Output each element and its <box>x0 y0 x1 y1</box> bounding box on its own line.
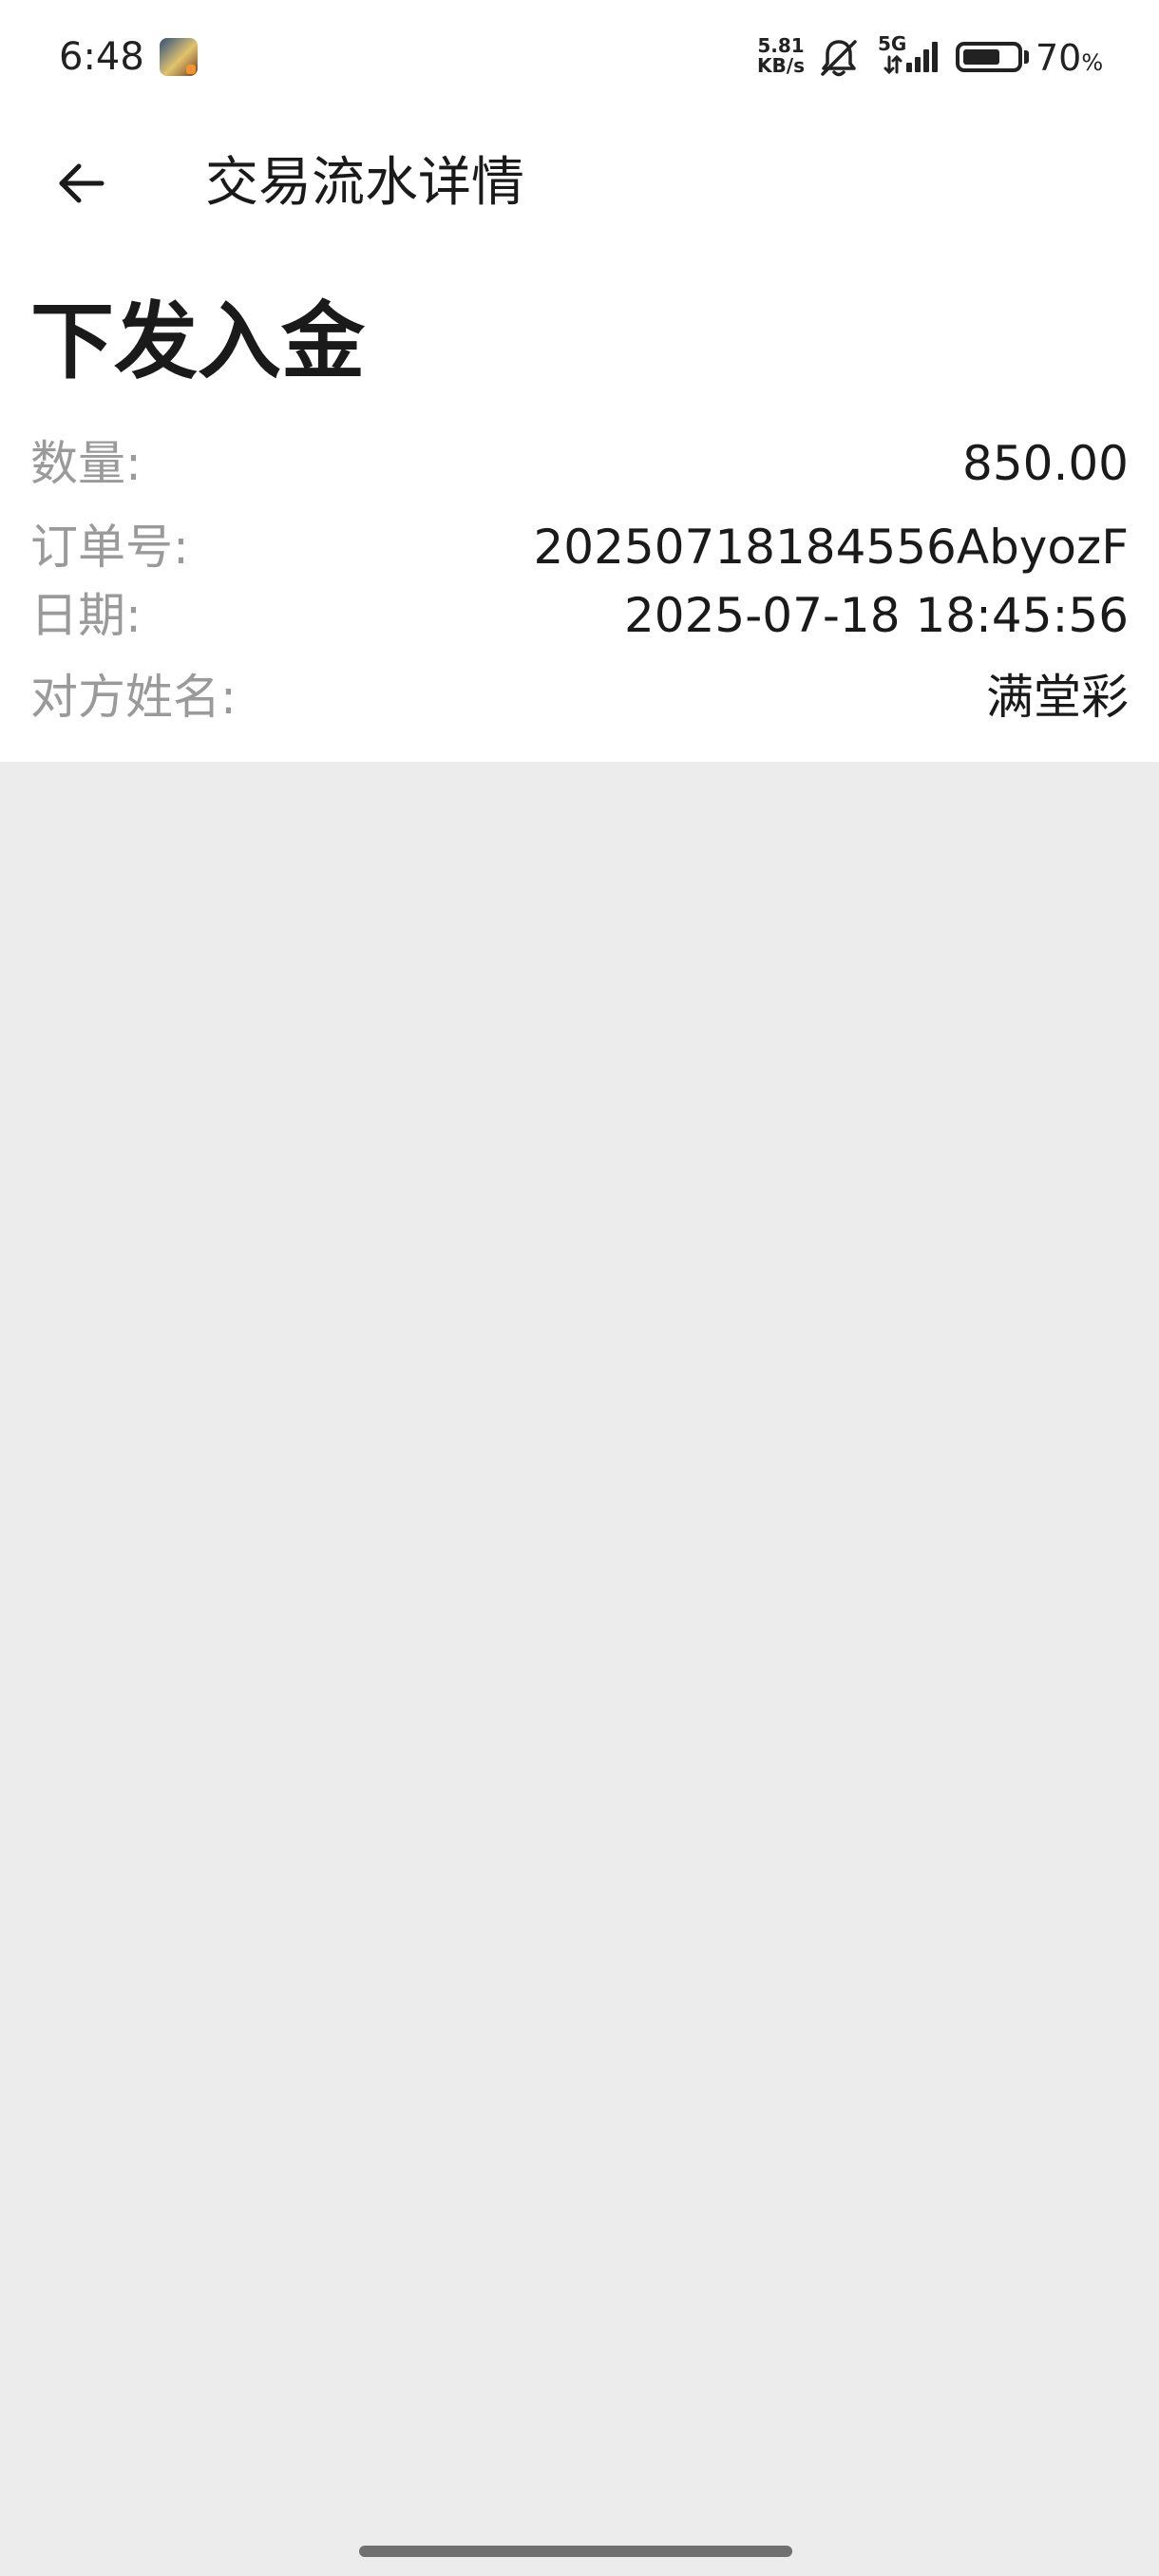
amount-value: 850.00 <box>962 436 1129 491</box>
order-number-label: 订单号: <box>30 520 189 575</box>
screen: 6:48 5.81 KB/s 5G 70% 交易流水详情 下发入金 数量: 85… <box>0 0 1159 2576</box>
network-speed: 5.81 KB/s <box>752 36 809 76</box>
detail-row-amount: 数量: 850.00 <box>30 429 1129 498</box>
detail-row-counterparty-name: 对方姓名: 满堂彩 <box>30 663 1129 731</box>
battery-cap <box>1024 50 1029 64</box>
battery-percent-value: 70 <box>1036 37 1082 79</box>
status-bar: 6:48 5.81 KB/s 5G 70% <box>0 0 1159 114</box>
bell-muted-icon <box>815 34 863 82</box>
network-speed-unit: KB/s <box>757 54 805 77</box>
home-indicator[interactable] <box>359 2546 792 2557</box>
battery-icon <box>956 42 1022 72</box>
game-app-icon <box>160 38 198 76</box>
amount-label: 数量: <box>30 436 142 491</box>
battery-percentage: 70% <box>1036 32 1103 88</box>
counterparty-name-value: 满堂彩 <box>986 670 1129 725</box>
battery-level-fill <box>963 49 999 65</box>
signal-bars-icon <box>884 36 944 75</box>
date-value: 2025-07-18 18:45:56 <box>623 588 1129 643</box>
order-number-value: 20250718184556AbyozF <box>533 520 1130 575</box>
transaction-type-heading: 下发入金 <box>30 293 366 390</box>
counterparty-name-label: 对方姓名: <box>30 670 237 725</box>
detail-panel: 6:48 5.81 KB/s 5G 70% 交易流水详情 下发入金 数量: 85… <box>0 0 1159 762</box>
arrow-left-icon <box>59 163 104 203</box>
back-button[interactable] <box>38 141 124 226</box>
status-time: 6:48 <box>59 35 144 79</box>
detail-row-order-number: 订单号: 20250718184556AbyozF <box>30 513 1129 581</box>
network-speed-value: 5.81 <box>757 34 805 57</box>
battery-percent-sign: % <box>1081 49 1104 76</box>
date-label: 日期: <box>30 588 142 643</box>
detail-row-date: 日期: 2025-07-18 18:45:56 <box>30 581 1129 650</box>
page-title: 交易流水详情 <box>205 152 524 214</box>
